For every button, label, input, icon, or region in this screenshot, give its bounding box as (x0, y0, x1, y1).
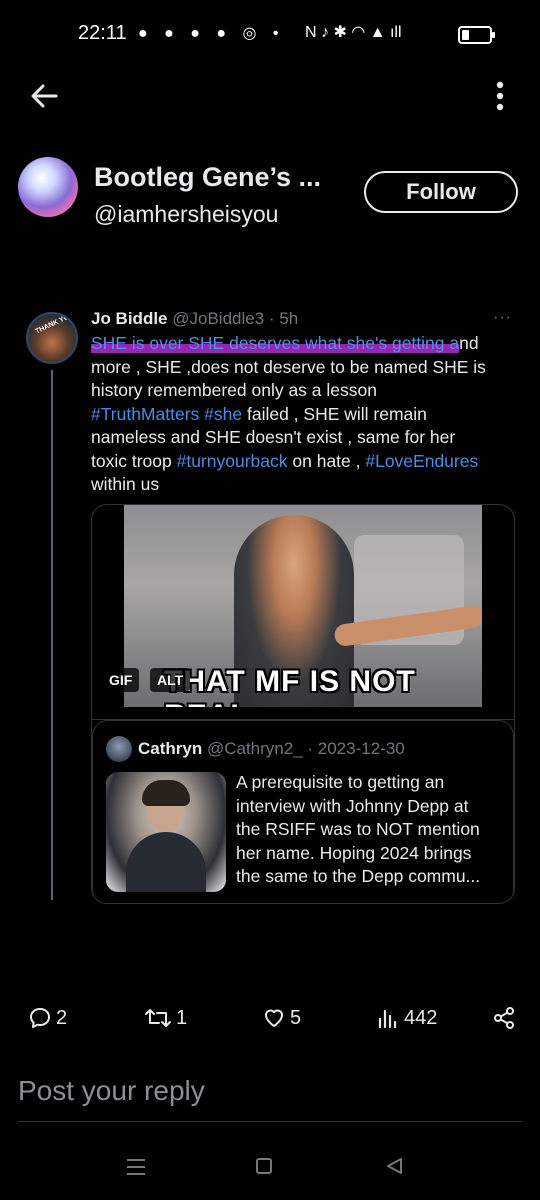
tweet-author-name[interactable]: Jo Biddle (91, 309, 168, 328)
profile-display-name[interactable]: Bootleg Gene’s ... (94, 162, 321, 193)
tweet-text-segment: nd (459, 333, 479, 353)
hashtag-link[interactable]: #TruthMatters (91, 404, 199, 424)
tweet-text-line: nameless and SHE doesn't exist , same fo… (91, 427, 456, 447)
avatar-ribbon-text: THANK YOU (34, 312, 76, 336)
highlighted-text: SHE is over SHE deserves what she's gett… (91, 333, 460, 353)
like-action[interactable]: 5 (262, 1004, 301, 1032)
reply-divider (18, 1121, 522, 1122)
inner-quote-author-line: Cathryn @Cathryn2_ · 2023-12-30 (138, 739, 405, 759)
like-count: 5 (290, 1006, 302, 1029)
inner-quote-avatar (106, 736, 132, 762)
inner-quote-line: the same to the Depp commu... (236, 866, 481, 886)
tweet-text-segment: failed , SHE will remain (242, 403, 427, 424)
alt-badge[interactable]: ALT (150, 668, 191, 692)
inner-quote-line: her name. Hoping 2024 brings (236, 842, 472, 863)
hashtag-link[interactable]: #LoveEndures (365, 451, 478, 471)
hashtag-link[interactable]: #she (204, 404, 242, 424)
inner-quote-card[interactable]: Cathryn @Cathryn2_ · 2023-12-30 A prereq… (92, 719, 514, 903)
inner-quote-line: interview with Johnny Depp at (236, 795, 469, 816)
nav-back-icon[interactable] (384, 1156, 404, 1176)
inner-quote-text: A prerequisite to getting an interview w… (236, 771, 508, 889)
inner-quote-thumbnail (106, 772, 226, 892)
inner-quote-line: the RSIFF was to NOT mention (236, 819, 480, 839)
tweet-text-line: history remembered only as a lesson (91, 380, 377, 400)
repost-icon (145, 1009, 171, 1027)
repost-action[interactable]: 1 (144, 1004, 187, 1032)
tweet-text-segment: toxic troop (91, 450, 177, 471)
more-options-icon[interactable] (488, 80, 512, 114)
hashtag-link[interactable]: #turnyourback (177, 451, 288, 471)
share-icon (494, 1007, 514, 1029)
tweet-more-icon[interactable]: ··· (493, 309, 512, 327)
reply-action[interactable]: 2 (28, 1004, 67, 1032)
tweet-author-avatar[interactable]: THANK YOU (26, 312, 78, 364)
status-time: 22:11 (78, 22, 127, 44)
gif-caption-text: THAT MF IS NOT REAL (164, 665, 416, 707)
battery-icon (458, 26, 495, 44)
profile-avatar[interactable] (18, 157, 78, 217)
views-icon (378, 1009, 397, 1029)
gif-badge: GIF (102, 668, 140, 692)
home-icon[interactable] (256, 1158, 272, 1174)
share-action[interactable] (492, 1004, 520, 1032)
profile-handle[interactable]: @iamhersheisyou (94, 201, 278, 228)
inner-quote-line: A prerequisite to getting an (236, 772, 445, 792)
recent-apps-icon[interactable] (126, 1158, 146, 1176)
reply-input[interactable]: Post your reply (18, 1075, 205, 1107)
tweet-text-segment: on hate , (287, 450, 366, 471)
inner-quote-author-name: Cathryn (138, 739, 203, 758)
tweet-text-line: more , SHE ,does not deserve to be named… (91, 356, 486, 377)
tweet-author-line[interactable]: Jo Biddle @JoBiddle3 · 5h (91, 309, 298, 329)
repost-count: 1 (176, 1006, 188, 1029)
back-arrow-icon[interactable] (28, 80, 60, 112)
follow-button[interactable]: Follow (364, 171, 518, 213)
views-count: 442 (404, 1006, 438, 1029)
tweet-text: SHE is over SHE deserves what she's gett… (91, 332, 531, 497)
inner-quote-meta: @Cathryn2_ · 2023-12-30 (206, 739, 405, 758)
reply-count: 2 (56, 1006, 68, 1029)
media-card: THAT MF IS NOT REAL GIF ALT Cathryn @Cat… (91, 504, 515, 904)
notification-icons: ● ● ● ● ◎ • (138, 25, 285, 42)
tweet-text-line: within us (91, 474, 160, 494)
thread-line (51, 370, 53, 900)
reply-icon (30, 1008, 50, 1028)
system-icons: N ♪ ✱ ◠ ▲ ıll (305, 24, 402, 41)
heart-icon (265, 1009, 283, 1027)
status-bar: 22:11 ● ● ● ● ◎ • N ♪ ✱ ◠ ▲ ıll (0, 0, 540, 70)
tweet-author-meta: @JoBiddle3 · 5h (172, 309, 299, 328)
views-action[interactable]: 442 (376, 1004, 437, 1032)
